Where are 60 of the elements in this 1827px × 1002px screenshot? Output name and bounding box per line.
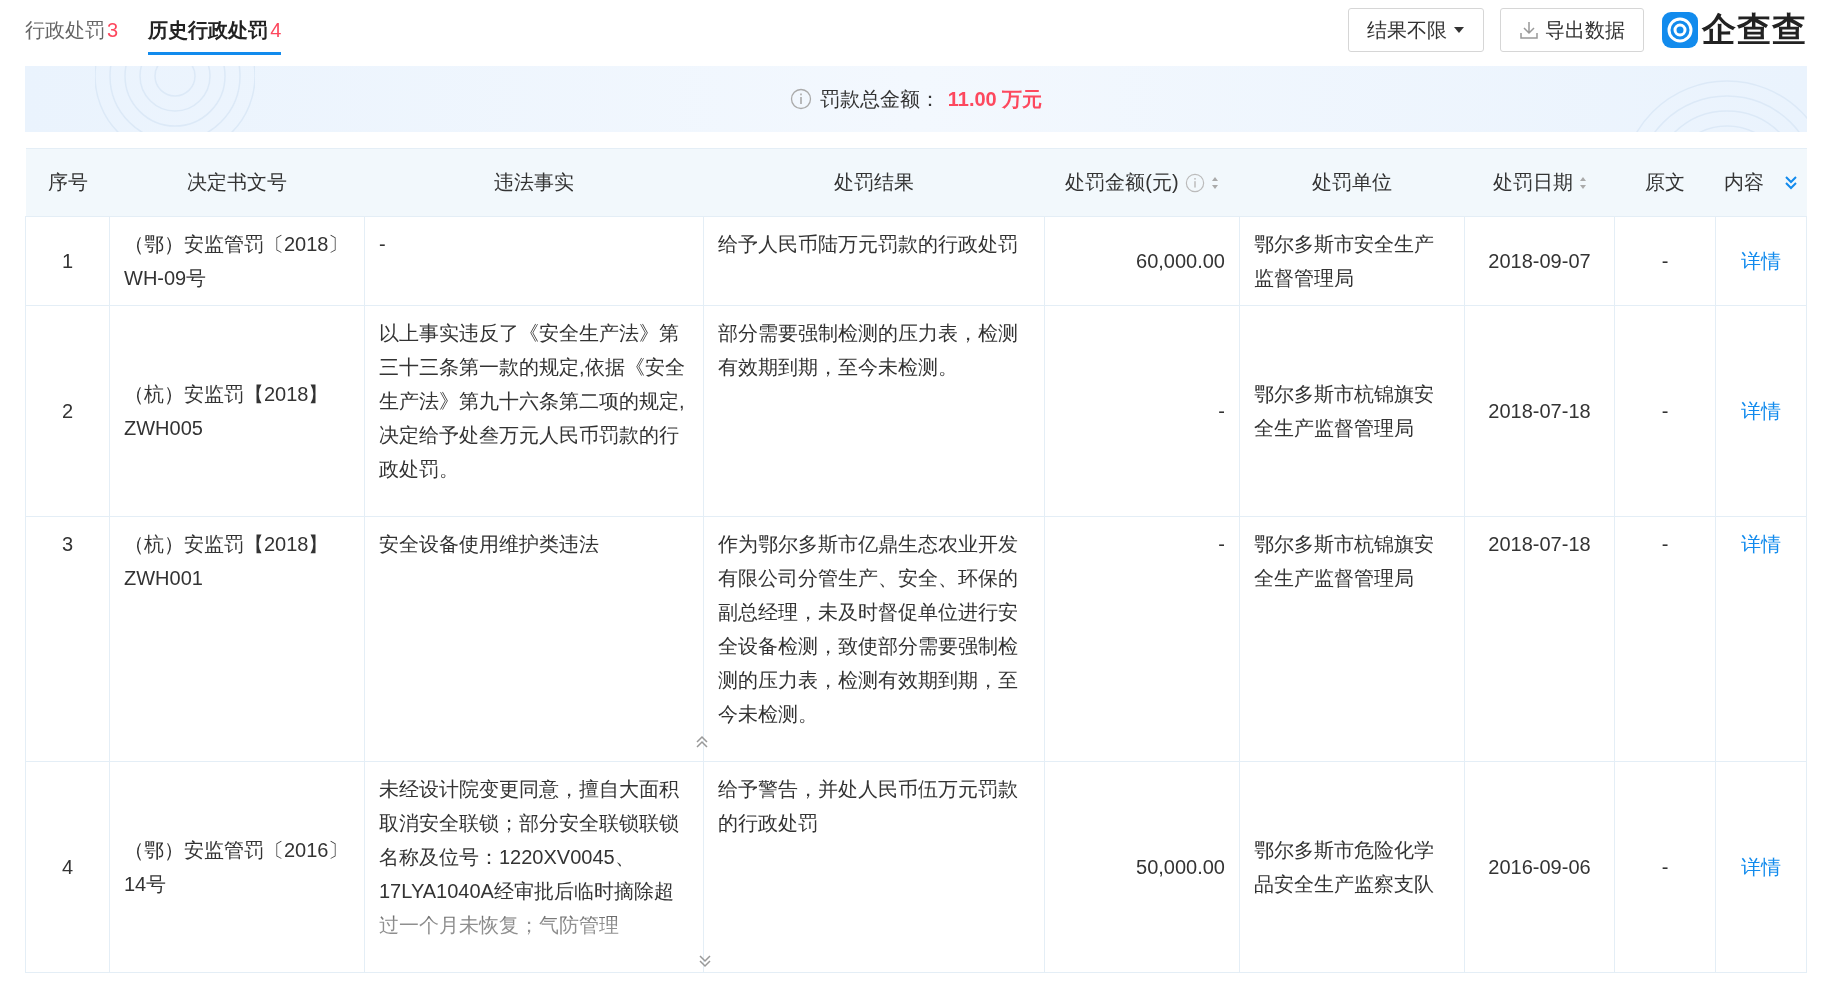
- details-link[interactable]: 详情: [1741, 250, 1781, 272]
- table-cell: 1: [25, 216, 110, 306]
- table-cell: -: [1044, 516, 1240, 762]
- table-cell: 50,000.00: [1044, 761, 1240, 973]
- table-cell: -: [1614, 761, 1716, 973]
- table-cell: （杭）安监罚【2018】ZWH001: [109, 516, 365, 762]
- collapse-icon[interactable]: [695, 733, 709, 749]
- caret-icon: [1453, 26, 1465, 34]
- table-cell: 安全设备使用维护类违法: [364, 516, 704, 762]
- table-cell: 2: [25, 305, 110, 517]
- summary-label: 罚款总金额：: [819, 86, 940, 112]
- tab[interactable]: 历史行政处罚4: [148, 5, 282, 55]
- table-cell: 4: [25, 761, 110, 973]
- column-header: 序号: [25, 148, 110, 217]
- table-cell: 鄂尔多斯市危险化学品安全生产监察支队: [1239, 761, 1465, 973]
- column-header: 处罚结果: [703, 148, 1045, 217]
- details-link[interactable]: 详情: [1741, 856, 1781, 878]
- table-cell: （杭）安监罚【2018】ZWH005: [109, 305, 365, 517]
- column-header: 原文: [1614, 148, 1716, 217]
- table-cell: 3: [25, 516, 110, 762]
- table-cell: 鄂尔多斯市杭锦旗安全生产监督管理局: [1239, 305, 1465, 517]
- table-cell: 给予警告，并处人民币伍万元罚款的行政处罚: [703, 761, 1045, 973]
- table-cell: 给予人民币陆万元罚款的行政处罚: [703, 216, 1045, 306]
- sort-icon[interactable]: [1578, 175, 1587, 190]
- table-cell: -: [1614, 516, 1716, 762]
- table-cell: 以上事实违反了《安全生产法》第三十三条第一款的规定,依据《安全生产法》第九十六条第二项的规定,决定给予处叁万元人民币罚款的行政处罚。: [364, 305, 704, 517]
- table-cell: （鄂）安监管罚〔2018〕WH-09号: [109, 216, 365, 306]
- expand-icon[interactable]: [698, 954, 712, 970]
- column-header: 违法事实: [364, 148, 704, 217]
- logo-text: 企查查: [1702, 9, 1807, 50]
- table-cell: -: [1614, 305, 1716, 517]
- table-cell: 2018-07-18: [1464, 516, 1615, 762]
- expand-icon[interactable]: [1784, 174, 1798, 191]
- summary-value: 11.00 万元: [947, 86, 1043, 112]
- column-header: 处罚金额(元): [1044, 148, 1240, 217]
- column-header: 决定书文号: [109, 148, 365, 217]
- table-cell: 60,000.00: [1044, 216, 1240, 306]
- filter-dropdown[interactable]: 结果不限: [1348, 8, 1484, 52]
- tab[interactable]: 行政处罚3: [25, 5, 119, 55]
- export-button[interactable]: 导出数据: [1500, 8, 1644, 52]
- table-cell: 2016-09-06: [1464, 761, 1615, 973]
- table-cell: 2018-09-07: [1464, 216, 1615, 306]
- sort-icon[interactable]: [1210, 175, 1219, 190]
- column-header: 处罚日期: [1464, 148, 1615, 217]
- table-cell: -: [364, 216, 704, 306]
- table-cell: -: [1044, 305, 1240, 517]
- download-icon: [1519, 20, 1539, 40]
- table-cell: 鄂尔多斯市安全生产监督管理局: [1239, 216, 1465, 306]
- column-header: 内容: [1715, 148, 1807, 217]
- info-icon: [1184, 172, 1205, 193]
- table-cell: 鄂尔多斯市杭锦旗安全生产监督管理局: [1239, 516, 1465, 762]
- column-header: 处罚单位: [1239, 148, 1465, 217]
- table-cell: 2018-07-18: [1464, 305, 1615, 517]
- table-cell: -: [1614, 216, 1716, 306]
- logo-icon: [1662, 12, 1698, 48]
- info-icon: [789, 88, 812, 110]
- table-cell: 部分需要强制检测的压力表，检测有效期到期，至今未检测。: [703, 305, 1045, 517]
- table-cell: （鄂）安监管罚〔2016〕14号: [109, 761, 365, 973]
- details-link[interactable]: 详情: [1741, 400, 1781, 422]
- details-link[interactable]: 详情: [1741, 533, 1781, 555]
